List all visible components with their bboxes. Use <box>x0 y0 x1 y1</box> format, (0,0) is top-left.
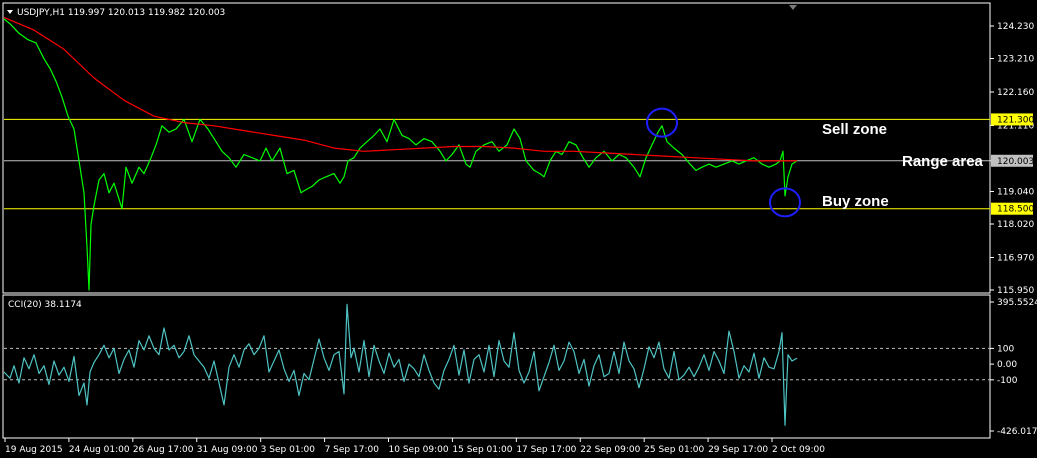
price-tick-label: 122.160 <box>997 88 1034 98</box>
time-axis: 19 Aug 2015 24 Aug 01:00 26 Aug 17:00 31 Au… <box>4 438 825 455</box>
date-tick-label: 17 Sep 17:00 <box>516 445 576 455</box>
date-tick-label: 26 Aug 17:00 <box>133 445 194 455</box>
price-tick-label: 115.950 <box>997 286 1034 296</box>
cci-tick-label: 395.5524 <box>997 298 1037 308</box>
chart-canvas[interactable]: USDJPY,H1 119.997 120.013 119.982 120.00… <box>0 0 1037 458</box>
cci-panel-frame <box>2 294 991 439</box>
date-tick-label: 22 Sep 09:00 <box>580 445 640 455</box>
cci-header: CCI(20) 38.1174 <box>8 300 82 310</box>
price-series <box>3 16 798 291</box>
date-tick-label: 10 Sep 09:00 <box>389 445 449 455</box>
date-tick-label: 2 Oct 09:00 <box>772 445 825 455</box>
date-tick-label: 7 Sep 17:00 <box>325 445 380 455</box>
price-tick-label: 124.230 <box>997 22 1034 32</box>
highlight-circle <box>646 107 678 138</box>
symbol-header: USDJPY,H1 119.997 120.013 119.982 120.00… <box>17 8 225 18</box>
date-tick-label: 31 Aug 09:00 <box>197 445 258 455</box>
annotation-sell-zone: Sell zone <box>822 121 887 138</box>
date-tick-label: 19 Aug 2015 <box>5 445 63 455</box>
cci-tick-label: -426.0176 <box>997 427 1037 437</box>
price-line-0 <box>3 18 798 291</box>
cci-axis: 395.5524 100 0.00 -100 -426.0176 <box>990 298 1037 437</box>
price-tick-label: 116.970 <box>997 253 1034 263</box>
cci-tick-label: -100 <box>997 376 1018 386</box>
price-tick-label: 119.040 <box>997 187 1034 197</box>
cci-line-0 <box>3 303 798 426</box>
price-tick-label: 118.020 <box>997 220 1034 230</box>
scroll-marker-icon[interactable] <box>789 5 797 10</box>
cci-tick-label: 0.00 <box>997 360 1017 370</box>
annotation-range-area: Range area <box>902 153 984 170</box>
hline-label: 121.300 <box>997 115 1034 125</box>
highlight-circles <box>646 107 801 218</box>
date-tick-label: 29 Sep 17:00 <box>708 445 768 455</box>
cci-tick-label: 100 <box>997 344 1014 354</box>
date-tick-label: 15 Sep 01:00 <box>452 445 512 455</box>
annotation-buy-zone: Buy zone <box>822 193 889 210</box>
date-tick-label: 25 Sep 01:00 <box>644 445 704 455</box>
price-tick-label: 123.210 <box>997 55 1034 65</box>
price-line-1 <box>3 16 797 162</box>
hline-label: 120.003 <box>997 157 1034 167</box>
triangle-down-icon[interactable] <box>7 10 13 14</box>
date-tick-label: 24 Aug 01:00 <box>69 445 130 455</box>
date-tick-label: 3 Sep 01:00 <box>261 445 316 455</box>
hline-label: 118.500 <box>997 205 1034 215</box>
cci-series <box>3 303 798 426</box>
